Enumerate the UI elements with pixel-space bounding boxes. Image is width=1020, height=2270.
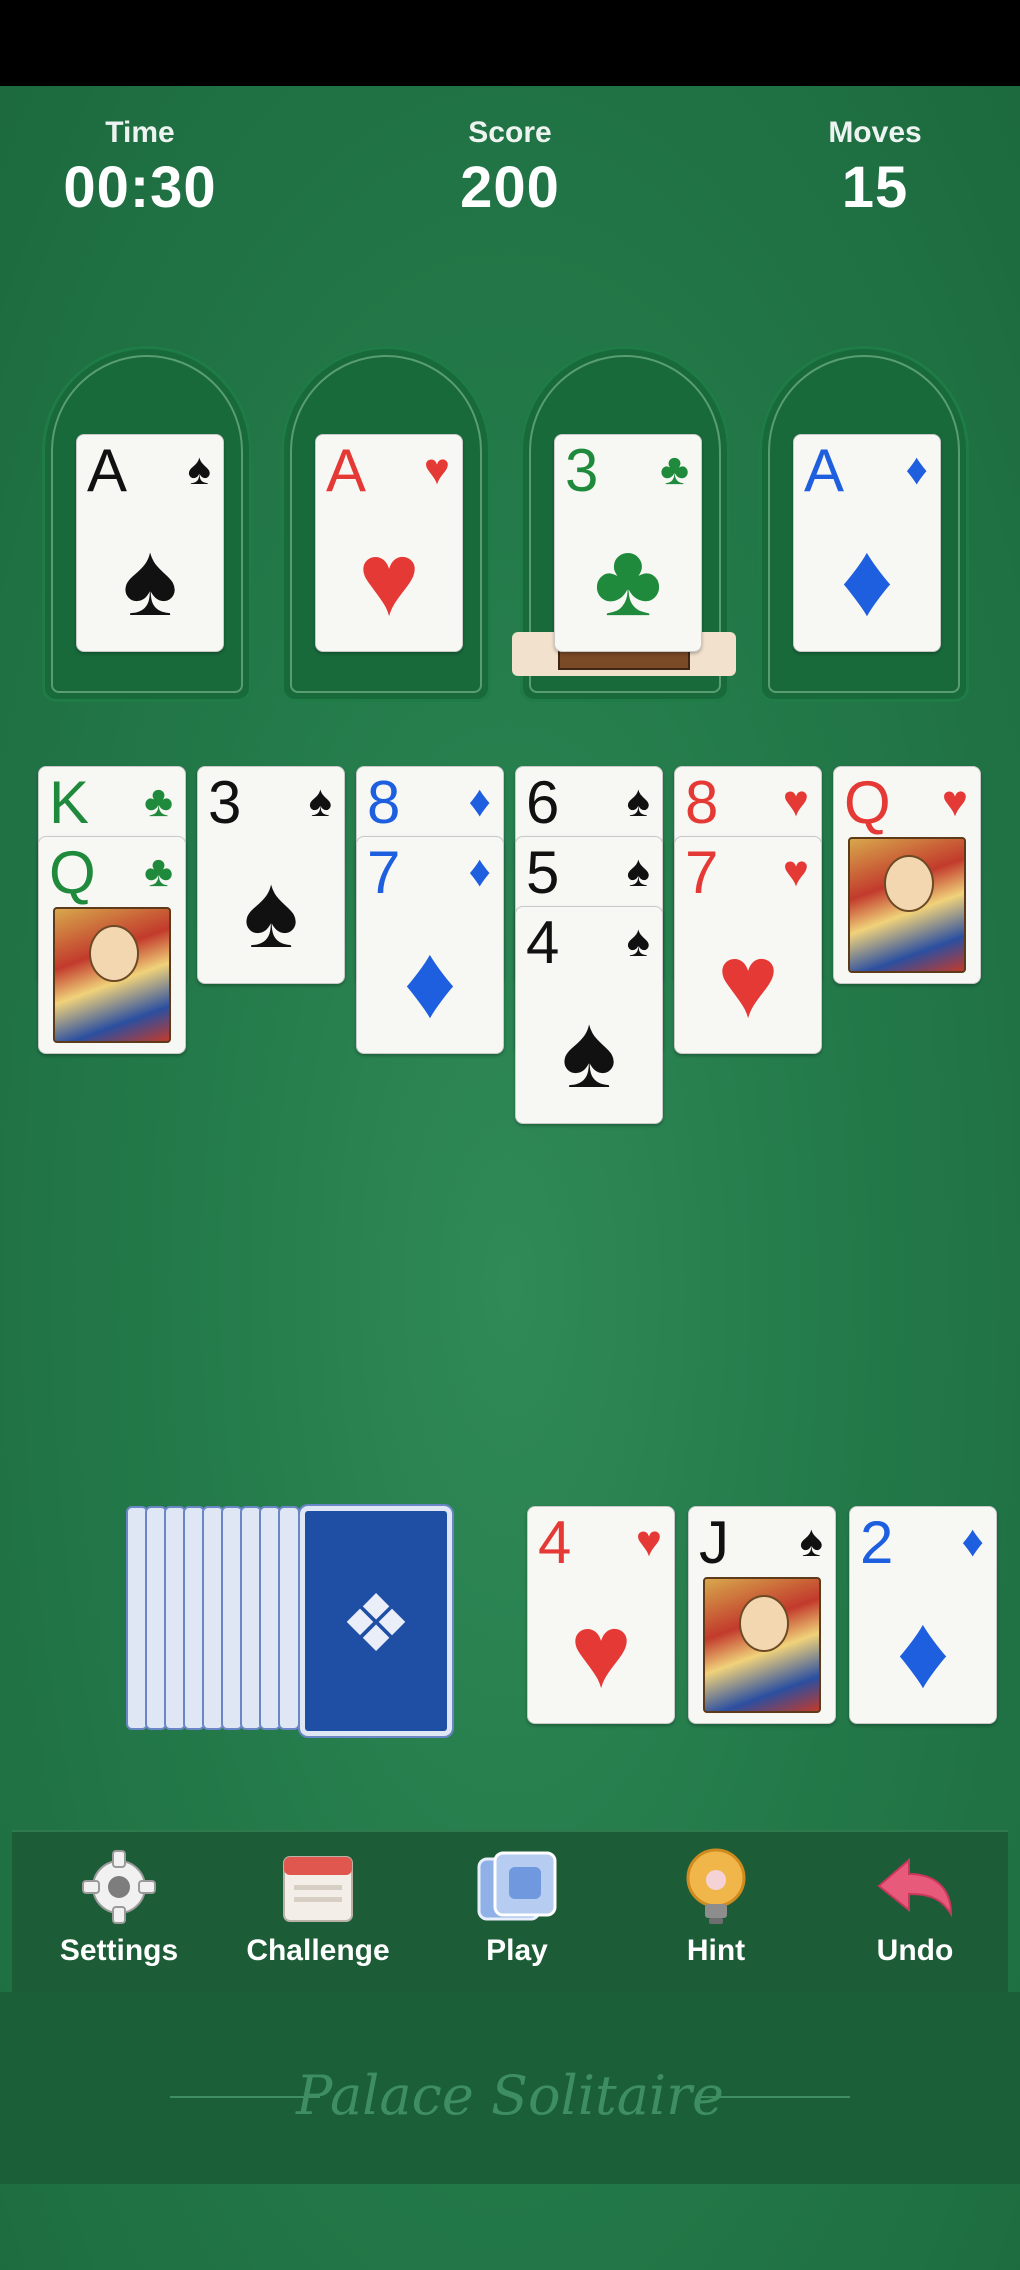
tableau-card[interactable]: 4 ♠ ♠ [515, 906, 663, 1124]
tableau-card[interactable]: Q ♣ [38, 836, 186, 1054]
score-label: Score [468, 116, 552, 149]
card-center-suit-icon: ♠ [122, 522, 178, 638]
face-card-portrait [848, 837, 966, 973]
face-card-portrait [703, 1577, 821, 1713]
card-rank: A [804, 437, 845, 504]
card-center-suit-icon: ♥ [570, 1594, 632, 1710]
card-center-suit-icon: ♦ [896, 1594, 950, 1710]
lightbulb-icon [626, 1844, 806, 1930]
card-center-suit-icon: ♦ [403, 924, 457, 1040]
card-rank: 7 [685, 839, 719, 906]
waste-card[interactable]: 4 ♥ ♥ [527, 1506, 675, 1724]
card-center-suit-icon: ♠ [561, 994, 617, 1110]
card-suit-icon: ♦ [468, 847, 491, 896]
card-center-suit-icon: ♦ [840, 522, 894, 638]
foundation-card[interactable]: A ♦ ♦ [793, 434, 941, 652]
foundation-card[interactable]: A ♠ ♠ [76, 434, 224, 652]
tableau-card[interactable]: Q ♥ [833, 766, 981, 984]
settings-button[interactable]: Settings [29, 1844, 209, 1968]
moves-label: Moves [828, 116, 922, 149]
card-suit-icon: ♠ [626, 917, 650, 966]
play-label: Play [486, 1934, 548, 1967]
foundation-card[interactable]: 3 ♣ ♣ [554, 434, 702, 652]
bottom-toolbar: Settings Challenge Play Hint Undo [12, 1830, 1008, 1994]
card-suit-icon: ♦ [905, 445, 928, 494]
card-suit-icon: ♠ [626, 777, 650, 826]
undo-arrow-icon [825, 1844, 1005, 1930]
card-rank: A [326, 437, 367, 504]
tableau-card[interactable]: 3 ♠ ♠ [197, 766, 345, 984]
score-stat: Score 200 [400, 116, 620, 221]
waste-card[interactable]: 2 ♦ ♦ [849, 1506, 997, 1724]
card-rank: 2 [860, 1509, 894, 1576]
play-button[interactable]: Play [427, 1844, 607, 1968]
card-rank: Q [49, 839, 96, 906]
card-rank: 8 [685, 769, 719, 836]
moves-stat: Moves 15 [765, 116, 985, 221]
card-rank: 6 [526, 769, 560, 836]
stock-card-back[interactable]: ❖ [300, 1506, 452, 1736]
card-suit-icon: ♠ [799, 1517, 823, 1566]
card-rank: 5 [526, 839, 560, 906]
cards-icon [427, 1844, 607, 1930]
hint-label: Hint [686, 1934, 746, 1967]
card-suit-icon: ♠ [187, 445, 211, 494]
card-suit-icon: ♥ [423, 445, 450, 494]
time-stat: Time 00:30 [30, 116, 250, 221]
card-rank: J [699, 1509, 729, 1576]
undo-label: Undo [876, 1934, 954, 1967]
brand-logo-text: Palace Solitaire [296, 2064, 724, 2127]
gear-icon [29, 1844, 209, 1930]
card-center-suit-icon: ♠ [243, 854, 299, 970]
challenge-button[interactable]: Challenge [228, 1844, 408, 1968]
foundation-card[interactable]: A ♥ ♥ [315, 434, 463, 652]
tableau-card[interactable]: 7 ♥ ♥ [674, 836, 822, 1054]
card-suit-icon: ♠ [626, 847, 650, 896]
card-suit-icon: ♦ [468, 777, 491, 826]
card-rank: 3 [208, 769, 242, 836]
time-label: Time [105, 116, 175, 149]
card-rank: 8 [367, 769, 401, 836]
face-card-portrait [53, 907, 171, 1043]
card-rank: 4 [526, 909, 560, 976]
footer-banner: Palace Solitaire [0, 1992, 1020, 2184]
card-suit-icon: ♥ [941, 777, 968, 826]
calendar-icon [228, 1844, 408, 1930]
card-rank: 4 [538, 1509, 572, 1576]
card-center-suit-icon: ♥ [717, 924, 779, 1040]
card-rank: A [87, 437, 128, 504]
card-center-suit-icon: ♣ [593, 522, 663, 638]
card-suit-icon: ♠ [308, 777, 332, 826]
card-suit-icon: ♣ [660, 445, 689, 494]
card-rank: K [49, 769, 90, 836]
card-suit-icon: ♦ [961, 1517, 984, 1566]
card-suit-icon: ♥ [782, 847, 809, 896]
undo-button[interactable]: Undo [825, 1844, 1005, 1968]
card-suit-icon: ♥ [782, 777, 809, 826]
settings-label: Settings [59, 1934, 179, 1967]
tableau-card[interactable]: 7 ♦ ♦ [356, 836, 504, 1054]
challenge-label: Challenge [246, 1934, 390, 1967]
card-center-suit-icon: ♥ [358, 522, 420, 638]
card-rank: 7 [367, 839, 401, 906]
hint-button[interactable]: Hint [626, 1844, 806, 1968]
card-suit-icon: ♣ [144, 777, 173, 826]
card-back-emblem-icon: ❖ [340, 1579, 412, 1668]
card-rank: Q [844, 769, 891, 836]
card-suit-icon: ♥ [635, 1517, 662, 1566]
waste-card[interactable]: J ♠ [688, 1506, 836, 1724]
score-value: 200 [460, 155, 560, 220]
card-suit-icon: ♣ [144, 847, 173, 896]
time-value: 00:30 [63, 155, 217, 220]
stock-card-edge [278, 1506, 300, 1730]
moves-value: 15 [841, 155, 909, 220]
card-rank: 3 [565, 437, 599, 504]
